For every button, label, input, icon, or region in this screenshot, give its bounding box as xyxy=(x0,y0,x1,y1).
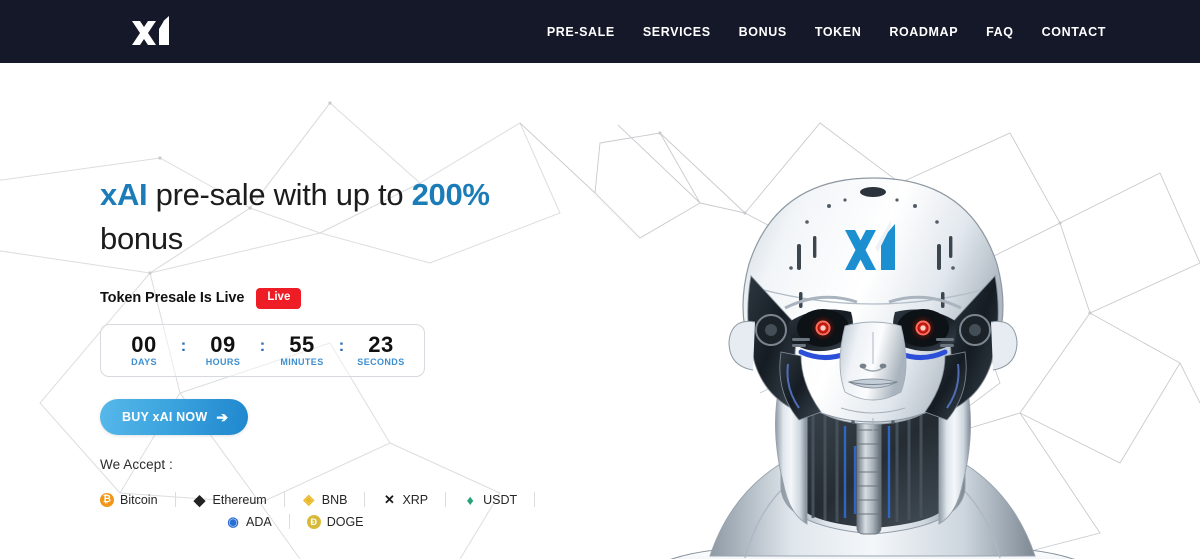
countdown-timer: 00 DAYS : 09 HOURS : 55 MINUTES : 23 SEC… xyxy=(100,323,425,377)
presale-status-row: Token Presale Is Live Live xyxy=(100,288,570,309)
nav-item-bonus[interactable]: BONUS xyxy=(725,25,801,39)
robot-illustration xyxy=(545,126,1200,559)
nav-item-services[interactable]: SERVICES xyxy=(629,25,725,39)
accepted-coins-row-2: ◉ ADA Ð DOGE xyxy=(226,512,570,532)
nav-item-faq[interactable]: FAQ xyxy=(972,25,1028,39)
accepted-coins-row-1: ₿ Bitcoin ◆ Ethereum ◈ BNB ✕ XRP ♦ USDT xyxy=(100,490,560,510)
coin-divider xyxy=(288,514,290,530)
site-header: PRE-SALE SERVICES BONUS TOKEN ROADMAP FA… xyxy=(0,0,1200,63)
cta-label: BUY xAI NOW xyxy=(122,409,208,424)
countdown-seconds-label: SECONDS xyxy=(357,357,405,368)
coin-divider xyxy=(283,492,285,508)
countdown-separator-3: : xyxy=(338,336,345,356)
countdown-unit-days: 00 DAYS xyxy=(113,333,175,367)
countdown-minutes-label: MINUTES xyxy=(280,357,324,368)
ada-icon: ◉ xyxy=(227,513,239,529)
countdown-unit-minutes: 55 MINUTES xyxy=(271,333,333,367)
coin-xrp-label: XRP xyxy=(402,492,429,507)
hero-section: xAI pre-sale with up to 200% bonus Token… xyxy=(0,63,1200,559)
coin-ada[interactable]: ◉ ADA xyxy=(226,512,272,532)
coin-xrp[interactable]: ✕ XRP xyxy=(382,490,428,510)
coin-bitcoin-label: Bitcoin xyxy=(120,492,158,507)
countdown-seconds-value: 23 xyxy=(368,332,394,358)
coin-divider xyxy=(534,492,536,508)
presale-label: Token Presale Is Live xyxy=(100,290,245,307)
countdown-unit-hours: 09 HOURS xyxy=(192,333,254,367)
coin-doge[interactable]: Ð DOGE xyxy=(306,512,364,532)
headline-accent-xai: xAI xyxy=(100,177,148,212)
coin-divider xyxy=(174,492,176,508)
hero-content: xAI pre-sale with up to 200% bonus Token… xyxy=(100,173,570,532)
countdown-days-label: DAYS xyxy=(131,357,157,368)
nav-item-token[interactable]: TOKEN xyxy=(801,25,876,39)
coin-ada-label: ADA xyxy=(246,514,272,529)
usdt-icon: ♦ xyxy=(466,491,474,508)
countdown-separator-1: : xyxy=(180,336,187,356)
headline-text-2: bonus xyxy=(100,221,183,256)
countdown-minutes-value: 55 xyxy=(289,332,315,358)
nav-item-pre-sale[interactable]: PRE-SALE xyxy=(533,25,629,39)
coin-usdt[interactable]: ♦ USDT xyxy=(463,490,518,510)
coin-doge-label: DOGE xyxy=(326,514,364,529)
bitcoin-icon: ₿ xyxy=(100,492,114,507)
xai-logo[interactable] xyxy=(126,10,178,54)
countdown-unit-seconds: 23 SECONDS xyxy=(350,333,412,367)
coin-bnb-label: BNB xyxy=(321,492,348,507)
ethereum-icon: ◆ xyxy=(193,491,206,509)
coin-usdt-label: USDT xyxy=(483,492,518,507)
we-accept-label: We Accept : xyxy=(100,456,173,472)
main-navigation: PRE-SALE SERVICES BONUS TOKEN ROADMAP FA… xyxy=(533,0,1120,63)
coin-divider xyxy=(445,492,447,508)
arrow-right-icon: ➔ xyxy=(216,408,229,425)
page-title: xAI pre-sale with up to 200% bonus xyxy=(100,173,570,261)
bnb-icon: ◈ xyxy=(303,491,315,508)
headline-accent-percent: 200% xyxy=(411,177,490,212)
coin-bnb[interactable]: ◈ BNB xyxy=(302,490,348,510)
coin-bitcoin[interactable]: ₿ Bitcoin xyxy=(100,490,158,510)
countdown-hours-value: 09 xyxy=(210,332,236,358)
countdown-separator-2: : xyxy=(259,336,266,356)
countdown-hours-label: HOURS xyxy=(205,357,241,368)
buy-xai-now-button[interactable]: BUY xAI NOW ➔ xyxy=(100,398,249,435)
countdown-days-value: 00 xyxy=(131,332,157,358)
doge-icon: Ð xyxy=(306,514,321,529)
xai-logo-icon xyxy=(132,16,169,45)
coin-divider xyxy=(364,492,366,508)
headline-text-1: pre-sale with up to xyxy=(147,177,412,212)
status-badge: Live xyxy=(256,288,302,309)
robot-image xyxy=(670,177,1075,559)
coin-ethereum[interactable]: ◆ Ethereum xyxy=(193,490,267,510)
xrp-icon: ✕ xyxy=(383,491,395,507)
nav-item-roadmap[interactable]: ROADMAP xyxy=(875,25,972,39)
nav-item-contact[interactable]: CONTACT xyxy=(1028,25,1120,39)
coin-ethereum-label: Ethereum xyxy=(212,492,267,507)
